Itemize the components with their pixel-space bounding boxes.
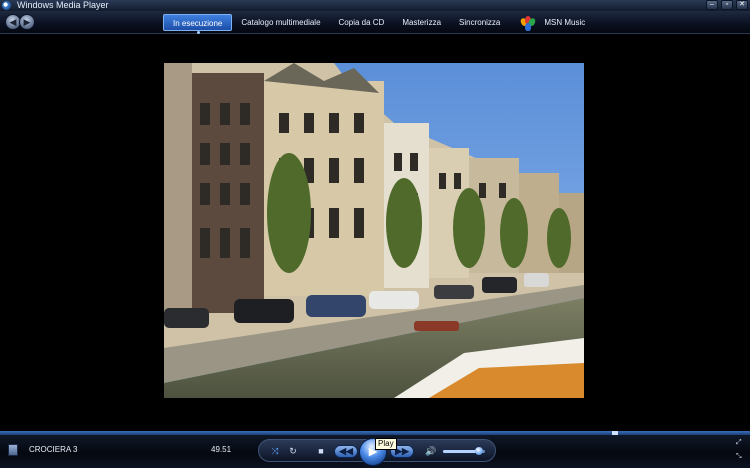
window-title: Windows Media Player — [17, 0, 109, 10]
close-button[interactable]: ✕ — [736, 0, 748, 10]
tab-msn-music[interactable]: MSN Music — [535, 14, 594, 31]
previous-button[interactable]: ◀◀ — [334, 445, 358, 458]
title-bar: Windows Media Player – ▫ ✕ — [0, 0, 750, 11]
tab-sync[interactable]: Sincronizza — [450, 14, 509, 31]
tab-library[interactable]: Catalogo multimediale — [232, 14, 329, 31]
video-area[interactable] — [0, 35, 750, 431]
forward-arrow-icon[interactable]: ▶ — [19, 14, 35, 30]
stop-button[interactable]: ■ — [315, 445, 327, 457]
tab-now-playing[interactable]: In esecuzione — [163, 14, 233, 34]
tab-rip[interactable]: Copia da CD — [330, 14, 394, 31]
fullscreen-icon[interactable]: ⤡ — [736, 453, 744, 461]
canal-video-image — [164, 63, 584, 398]
tab-strip: In esecuzione Catalogo multimediale Copi… — [163, 14, 594, 34]
msn-butterfly-icon[interactable] — [519, 15, 537, 31]
shuffle-icon[interactable]: ⤨ — [269, 445, 281, 457]
window-controls: – ▫ ✕ — [706, 0, 748, 10]
minimize-button[interactable]: – — [706, 0, 718, 10]
media-type-icon — [8, 444, 18, 456]
tab-burn[interactable]: Masterizza — [393, 14, 450, 31]
volume-fill — [443, 450, 479, 453]
repeat-icon[interactable]: ↻ — [287, 445, 299, 457]
volume-thumb[interactable] — [474, 447, 483, 455]
maximize-button[interactable]: ▫ — [721, 0, 733, 10]
video-frame-canal-scene[interactable] — [164, 63, 584, 398]
compact-mode-icon[interactable]: ⤢ — [736, 439, 744, 447]
wmp-app-icon[interactable] — [2, 1, 11, 10]
elapsed-time: 49.51 — [211, 445, 232, 454]
play-tooltip: Play — [375, 438, 397, 450]
nav-arrows: ◀ ▶ — [5, 14, 35, 30]
track-name: CROCIERA 3 — [29, 445, 78, 454]
navigation-bar: ◀ ▶ In esecuzione Catalogo multimediale … — [0, 11, 750, 34]
volume-icon[interactable]: 🔊 — [425, 445, 437, 457]
